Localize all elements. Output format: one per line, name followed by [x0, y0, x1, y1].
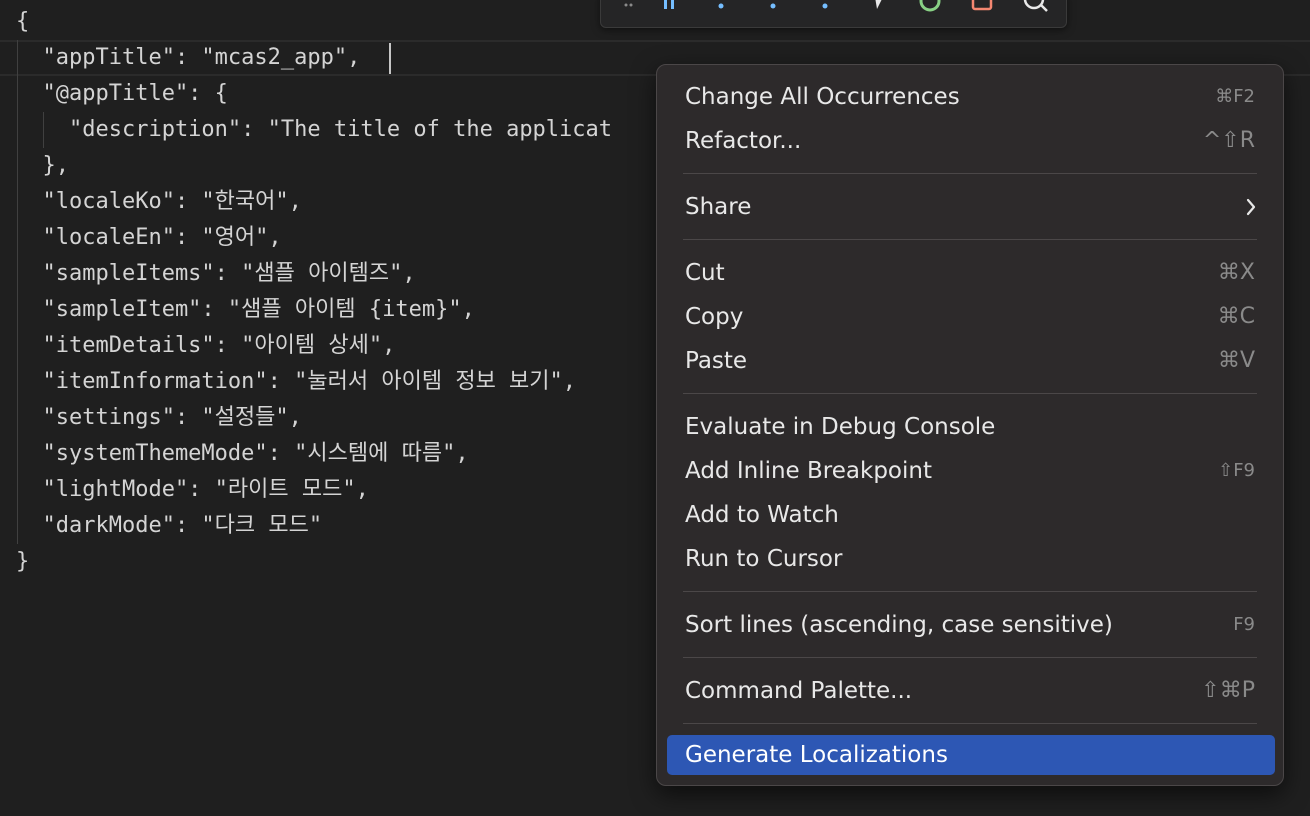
- inspect-icon[interactable]: [1023, 0, 1048, 15]
- step-over-icon[interactable]: [711, 0, 731, 15]
- code-line: "appTitle": "mcas2_app",: [16, 45, 361, 70]
- code-line: "sampleItems": "샘플 아이템즈",: [16, 261, 416, 286]
- menu-item-label: Add Inline Breakpoint: [685, 458, 932, 484]
- code-line: "localeKo": "한국어",: [16, 189, 302, 214]
- menu-item-sort-lines[interactable]: Sort lines (ascending, case sensitive) F…: [667, 605, 1275, 645]
- menu-item-cut[interactable]: Cut ⌘X: [667, 253, 1275, 293]
- menu-separator: [683, 591, 1257, 592]
- code-line: }: [16, 549, 30, 574]
- menu-separator: [683, 173, 1257, 174]
- menu-separator: [683, 239, 1257, 240]
- code-line: "localeEn": "영어",: [16, 225, 282, 250]
- code-line: "lightMode": "라이트 모드",: [16, 477, 369, 502]
- menu-item-label: Generate Localizations: [685, 742, 948, 768]
- menu-item-label: Command Palette...: [685, 678, 913, 704]
- menu-item-label: Paste: [685, 348, 748, 374]
- pause-icon[interactable]: [659, 0, 679, 15]
- menu-item-share[interactable]: Share: [667, 187, 1275, 227]
- menu-separator: [683, 657, 1257, 658]
- chevron-right-icon: [1245, 198, 1257, 220]
- menu-item-label: Sort lines (ascending, case sensitive): [685, 612, 1113, 638]
- menu-item-shortcut: ⌘C: [1217, 304, 1255, 329]
- menu-item-shortcut: ⌘V: [1217, 348, 1255, 373]
- menu-item-shortcut: F9: [1233, 614, 1255, 635]
- code-line: "systemThemeMode": "시스템에 따름",: [16, 441, 469, 466]
- menu-item-label: Refactor...: [685, 128, 802, 154]
- code-line: "sampleItem": "샘플 아이템 {item}",: [16, 297, 475, 322]
- menu-item-add-inline-breakpoint[interactable]: Add Inline Breakpoint ⇧F9: [667, 451, 1275, 491]
- menu-item-label: Cut: [685, 260, 725, 286]
- menu-separator: [683, 393, 1257, 394]
- code-line: {: [16, 9, 30, 34]
- menu-item-label: Run to Cursor: [685, 546, 843, 572]
- menu-item-label: Evaluate in Debug Console: [685, 414, 996, 440]
- stop-icon[interactable]: [971, 0, 993, 15]
- menu-item-generate-localizations[interactable]: Generate Localizations: [667, 735, 1275, 775]
- menu-item-shortcut: ⇧⌘P: [1201, 678, 1255, 703]
- code-line: "itemDetails": "아이템 상세",: [16, 333, 396, 358]
- menu-item-copy[interactable]: Copy ⌘C: [667, 297, 1275, 337]
- menu-item-label: Share: [685, 194, 752, 220]
- menu-item-label: Copy: [685, 304, 744, 330]
- code-line: },: [16, 153, 69, 178]
- code-line: "description": "The title of the applica…: [16, 117, 613, 142]
- menu-item-label: Change All Occurrences: [685, 84, 960, 110]
- code-line: "settings": "설정들",: [16, 405, 302, 430]
- code-line: "itemInformation": "눌러서 아이템 정보 보기",: [16, 369, 577, 394]
- code-line: "darkMode": "다크 모드": [16, 513, 323, 538]
- menu-item-label: Add to Watch: [685, 502, 839, 528]
- menu-item-command-palette[interactable]: Command Palette... ⇧⌘P: [667, 671, 1275, 711]
- menu-item-shortcut: ⌘X: [1217, 260, 1255, 285]
- menu-separator: [683, 723, 1257, 724]
- code-line: "@appTitle": {: [16, 81, 228, 106]
- menu-item-shortcut: ⇧F9: [1218, 460, 1255, 481]
- menu-item-shortcut: ⌘F2: [1215, 86, 1255, 107]
- menu-item-paste[interactable]: Paste ⌘V: [667, 341, 1275, 381]
- restart-icon[interactable]: [919, 0, 941, 15]
- menu-item-add-to-watch[interactable]: Add to Watch: [667, 495, 1275, 535]
- hot-reload-icon[interactable]: [867, 0, 887, 15]
- menu-item-run-to-cursor[interactable]: Run to Cursor: [667, 539, 1275, 579]
- drag-handle-icon[interactable]: [619, 0, 639, 15]
- menu-item-evaluate-in-debug-console[interactable]: Evaluate in Debug Console: [667, 407, 1275, 447]
- menu-item-refactor[interactable]: Refactor... ^⇧R: [667, 121, 1275, 161]
- context-menu: Change All Occurrences ⌘F2 Refactor... ^…: [656, 64, 1284, 786]
- debug-toolbar: [600, 0, 1067, 28]
- step-out-icon[interactable]: [815, 0, 835, 15]
- menu-item-shortcut: ^⇧R: [1202, 128, 1255, 153]
- step-into-icon[interactable]: [763, 0, 783, 15]
- text-cursor: [389, 43, 391, 74]
- menu-item-change-all-occurrences[interactable]: Change All Occurrences ⌘F2: [667, 77, 1275, 117]
